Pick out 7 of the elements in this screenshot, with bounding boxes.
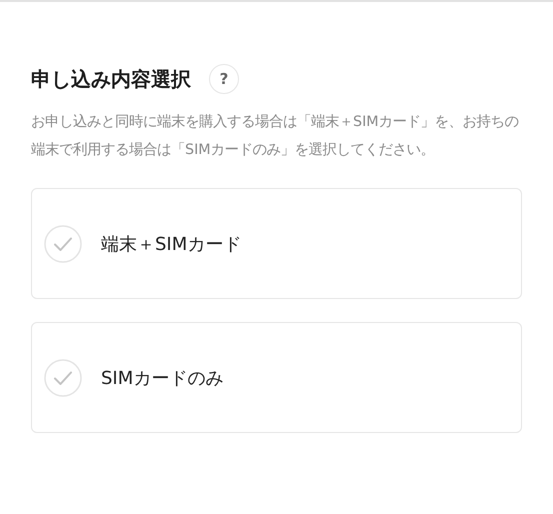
check-icon [44, 224, 82, 262]
help-button[interactable]: ? [209, 64, 239, 94]
option-card[interactable]: SIMカードのみ [31, 322, 522, 433]
description-text: お申し込みと同時に端末を購入する場合は「端末＋SIMカード」を、お持ちの端末で利用する場合は「SIMカードのみ」を選択してください。 [31, 113, 519, 160]
section-title: 申し込み内容選択 [31, 66, 191, 92]
option-card[interactable]: 端末＋SIMカード [31, 188, 522, 299]
check-icon [44, 358, 82, 396]
